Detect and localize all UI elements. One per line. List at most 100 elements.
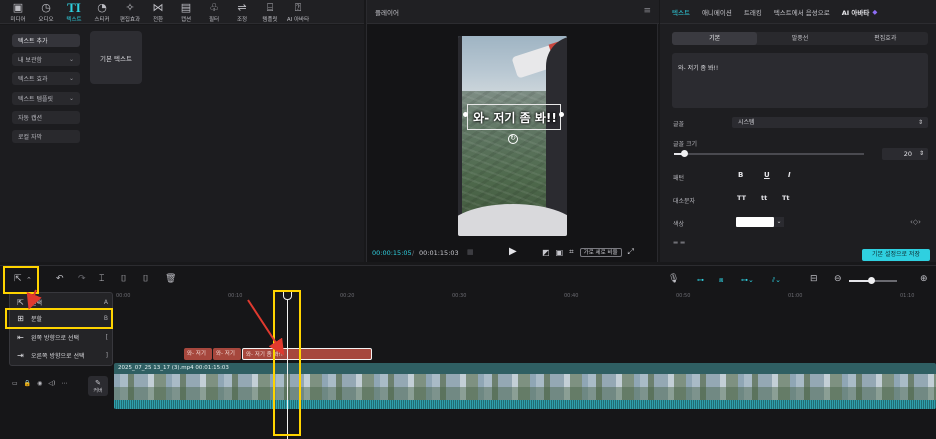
filter-icon: ♧ (209, 0, 219, 14)
text-clip[interactable]: 와- 저기 (184, 348, 212, 360)
preview-axis-icon[interactable]: ⫽⌄ (772, 276, 781, 285)
italic-button[interactable]: I (788, 171, 791, 179)
font-size-slider-knob[interactable] (681, 150, 688, 157)
more-icon[interactable]: ⋯ (61, 380, 67, 387)
lock-icon[interactable]: 🔒 (24, 380, 31, 387)
uppercase-button[interactable]: TT (737, 194, 746, 202)
grid-icon[interactable]: ▦ (467, 248, 474, 256)
split-icon[interactable]: ⌶ (99, 274, 104, 284)
nav-text-effects[interactable]: 텍스트 효과 ⌄ (12, 72, 80, 85)
tab-text-to-speech[interactable]: 텍스트에서 음성으로 (774, 7, 830, 17)
tool-ai-avatar[interactable]: ⍰ AI 아바타 (284, 0, 312, 24)
subtab-basic[interactable]: 기본 (672, 32, 758, 45)
split-left-icon[interactable]: ⌷ (121, 274, 126, 284)
track-thumbnail-icon[interactable]: ▭ (12, 380, 18, 387)
template-icon: ⌸ (266, 0, 274, 14)
lowercase-button[interactable]: tt (761, 194, 767, 202)
crop-icon[interactable]: ⌗ (569, 247, 574, 257)
save-as-default-button[interactable]: 기본 설정으로 저장 (862, 249, 930, 261)
redo-icon[interactable]: ↷ (78, 274, 86, 284)
font-size-input[interactable]: 20 ⇕ (882, 148, 928, 160)
nav-my-library[interactable]: 내 보관함 ⌄ (12, 53, 80, 66)
nav-add-text[interactable]: 텍스트 추가 (12, 34, 80, 47)
zoom-out-icon[interactable]: ⊖ (834, 274, 842, 284)
tool-caption[interactable]: ▤ 캡션 (172, 0, 200, 24)
media-toolbar: ▣ 미디어 ◷ 오디오 TI 텍스트 ◔ 스티커 ✧ 편집효과 ⋈ 전환 ▤ 캡션 ♧ 필터 ⇌… (0, 0, 364, 24)
tab-animation[interactable]: 애니메이션 (702, 7, 732, 17)
quality-icon[interactable]: ▣ (556, 248, 564, 257)
font-size-slider[interactable] (674, 153, 864, 155)
chevron-down-icon[interactable]: ⌄ (774, 217, 784, 227)
tab-ai-avatar[interactable]: AI 아바타 (842, 7, 870, 17)
ruler-tick: 01:10 (900, 293, 915, 299)
cover-button[interactable]: ✎ 커버 (88, 376, 108, 396)
window-frame-bottom (458, 204, 567, 236)
menu-item-select-left[interactable]: ⇤ 왼쪽 방향으로 선택 [ (10, 330, 114, 344)
play-button[interactable]: ▶ (509, 246, 517, 257)
color-swatch[interactable] (736, 217, 774, 227)
text-input-area[interactable]: 와- 저기 좀 봐!! (672, 53, 928, 108)
font-label: 글꼴 (673, 121, 685, 128)
aspect-ratio-button[interactable]: 가로 세로 비율 (579, 247, 622, 257)
delete-icon[interactable]: 🗑 (165, 274, 176, 284)
bold-button[interactable]: B (738, 171, 743, 179)
visibility-icon[interactable]: ◉ (37, 380, 42, 387)
video-clip[interactable]: 2025_07_25 13_17 (3).mp4 00:01:15:03 (114, 363, 936, 409)
time-ruler[interactable]: 00:00 00:10 00:20 00:30 00:40 00:50 01:0… (114, 293, 936, 303)
tool-effects[interactable]: ✧ 편집효과 (116, 0, 144, 24)
resize-handle-left[interactable] (463, 112, 468, 117)
text-clip-selected[interactable]: 와- 저기 좀 봐!! (242, 348, 372, 360)
tool-filter[interactable]: ♧ 필터 (200, 0, 228, 24)
video-preview[interactable]: 와- 저기 좀 봐!! ↻ (458, 36, 567, 236)
keyframe-icon[interactable]: ‹◇› (910, 218, 921, 226)
menu-item-select[interactable]: ⇱ 선택 A (10, 295, 114, 309)
caption-selection-box[interactable]: 와- 저기 좀 봐!! (467, 104, 561, 130)
inspector-tabs: 텍스트 애니메이션 트래킹 텍스트에서 음성으로 AI 아바타 ◆ (660, 0, 936, 24)
titlecase-button[interactable]: Tt (782, 194, 790, 202)
tool-template[interactable]: ⌸ 템플릿 (256, 0, 284, 24)
menu-icon[interactable]: ≡ (643, 6, 651, 16)
window-frame-left (458, 36, 462, 236)
nav-local-subtitles[interactable]: 로컬 자막 (12, 130, 80, 143)
subtab-effects[interactable]: 편집효과 (843, 32, 928, 45)
nav-text-templates[interactable]: 텍스트 템플릿 ⌄ (12, 92, 80, 105)
chevron-down-icon: ⌄ (68, 95, 74, 102)
split-right-icon[interactable]: ⌷ (143, 274, 148, 284)
updown-icon[interactable]: ⇕ (919, 148, 924, 160)
undo-icon[interactable]: ↶ (56, 274, 64, 284)
caption-toggle-icon[interactable]: ⊟ (810, 274, 818, 284)
tool-dropdown-menu: ⇱ 선택 A ⊞ 분할 B ⇤ 왼쪽 방향으로 선택 [ ⇥ 오른쪽 방향으로 … (9, 292, 113, 366)
main-track-magnet-icon[interactable]: ⊶ (697, 276, 704, 284)
select-left-icon: ⇤ (17, 332, 24, 342)
tab-text[interactable]: 텍스트 (672, 7, 690, 17)
text-clip[interactable]: 와- 저기 (213, 348, 241, 360)
player-header: 플레이어 ≡ (367, 0, 659, 24)
font-select[interactable]: 시스템 ⇕ (732, 117, 928, 128)
chevron-down-icon: ⌄ (68, 56, 74, 63)
underline-button[interactable]: U (764, 171, 770, 179)
zoom-fit-icon[interactable]: ⊕ (920, 274, 928, 284)
snapshot-icon[interactable]: ◩ (542, 248, 550, 257)
audio-icon[interactable]: ◁) (48, 380, 55, 387)
tab-tracking[interactable]: 트래킹 (744, 7, 762, 17)
nav-auto-caption[interactable]: 자동 캡션 (12, 111, 80, 124)
tool-text[interactable]: TI 텍스트 (60, 0, 88, 24)
tool-sticker[interactable]: ◔ 스티커 (88, 0, 116, 24)
tool-media[interactable]: ▣ 미디어 (4, 0, 32, 24)
linkage-icon[interactable]: ⊶⌄ (741, 276, 754, 284)
default-text-card[interactable]: 기본 텍스트 (90, 31, 142, 84)
mic-icon[interactable]: 🎙 (668, 274, 679, 284)
adjust-icon: ⇌ (237, 0, 247, 14)
resize-handle-right[interactable] (559, 112, 564, 117)
fullscreen-icon[interactable]: ⤢ (628, 247, 634, 257)
highlight-select-tool (3, 266, 39, 294)
caption-text: 와- 저기 좀 봐!! (473, 111, 557, 125)
menu-item-select-right[interactable]: ⇥ 오른쪽 방향으로 선택 ] (10, 348, 114, 362)
tool-audio[interactable]: ◷ 오디오 (32, 0, 60, 24)
auto-snap-icon[interactable]: ⧈ (719, 276, 723, 285)
subtab-bubble[interactable]: 말풍선 (757, 32, 842, 45)
zoom-slider-knob[interactable] (868, 277, 875, 284)
tool-adjust[interactable]: ⇌ 조정 (228, 0, 256, 24)
rotate-handle-icon[interactable]: ↻ (508, 134, 518, 144)
tool-transition[interactable]: ⋈ 전환 (144, 0, 172, 24)
